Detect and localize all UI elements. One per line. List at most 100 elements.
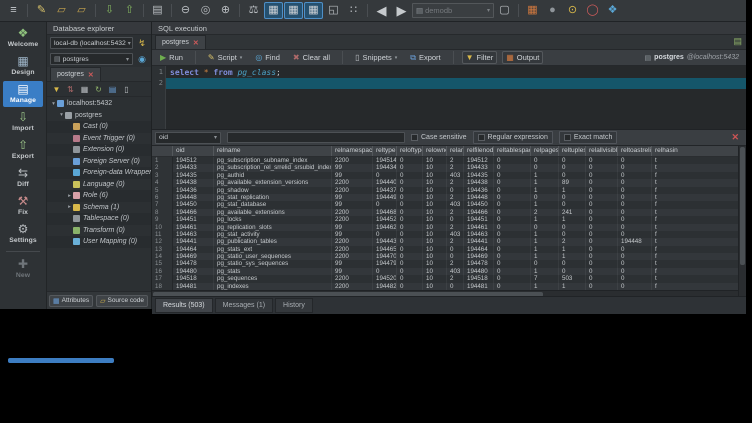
cell-relallvisible[interactable]: 0 (586, 209, 618, 216)
cell-reltuples[interactable]: 241 (559, 209, 586, 216)
cell-relhasin[interactable]: t (652, 194, 741, 201)
cell-reloftype[interactable]: 0 (397, 209, 423, 216)
cell-reltuples[interactable]: 0 (559, 164, 586, 171)
table-row[interactable]: 15194478pg_statio_sys_sequences991944790… (152, 260, 746, 267)
cell-relhasin[interactable]: t (652, 238, 741, 245)
cell-relam[interactable]: 403 (447, 268, 464, 275)
cell-relowner[interactable]: 10 (423, 172, 447, 179)
cell-relname[interactable]: pg_replication_slots (214, 224, 332, 231)
cell-relhasin[interactable]: f (652, 268, 741, 275)
cell-relnamespace[interactable]: 99 (332, 268, 373, 275)
cell-relnamespace[interactable]: 2200 (332, 253, 373, 260)
sidebar-item-import[interactable]: ⇩Import (3, 109, 43, 135)
zoom-original-icon[interactable]: ◎ (196, 2, 215, 19)
globe-icon[interactable]: ◉ (136, 53, 148, 65)
columns-icon[interactable]: ▯ (121, 84, 132, 95)
cell-reloftype[interactable]: 0 (397, 164, 423, 171)
tab-sql-postgres[interactable]: postgres ✕ (155, 35, 206, 49)
cell-relname[interactable]: pg_subscription_subname_index (214, 157, 332, 164)
cell-relfilenode[interactable]: 194441 (464, 238, 494, 245)
row-number-header[interactable] (152, 146, 173, 156)
cell-reltoastrelid[interactable]: 0 (618, 187, 652, 194)
cell-reltablespace[interactable]: 0 (494, 187, 531, 194)
tab-results-503-[interactable]: Results (503) (155, 298, 213, 313)
cell-reloftype[interactable]: 0 (397, 268, 423, 275)
cell-relfilenode[interactable]: 194464 (464, 246, 494, 253)
cell-oid[interactable]: 194463 (173, 231, 214, 238)
cell-relnamespace[interactable]: 2200 (332, 157, 373, 164)
cell-relfilenode[interactable]: 194435 (464, 172, 494, 179)
cell-relowner[interactable]: 10 (423, 268, 447, 275)
cell-reltype[interactable]: 194462 (373, 224, 397, 231)
cell-reltuples[interactable]: 0 (559, 172, 586, 179)
cell-relhasin[interactable]: f (652, 201, 741, 208)
open-object-icon[interactable]: ▦ (79, 84, 90, 95)
cell-relname[interactable]: pg_stat_replication (214, 194, 332, 201)
cell-reltype[interactable]: 194449 (373, 194, 397, 201)
cell-reloftype[interactable]: 0 (397, 172, 423, 179)
cell-reltype[interactable]: 194468 (373, 209, 397, 216)
cell-relfilenode[interactable]: 194518 (464, 275, 494, 282)
cell-relhasin[interactable]: t (652, 260, 741, 267)
sidebar-item-settings[interactable]: ⚙Settings (3, 221, 43, 247)
cell-reltablespace[interactable]: 0 (494, 238, 531, 245)
cell-relowner[interactable]: 10 (423, 224, 447, 231)
cell-reltype[interactable]: 0 (373, 201, 397, 208)
cell-reltoastrelid[interactable]: 0 (618, 164, 652, 171)
cell-relowner[interactable]: 10 (423, 246, 447, 253)
grid-view-icon[interactable]: ▦ (264, 2, 283, 19)
tree-item-foreign-server[interactable]: Foreign Server (0) (47, 156, 151, 168)
cell-relnamespace[interactable]: 2200 (332, 187, 373, 194)
cell-reltablespace[interactable]: 0 (494, 231, 531, 238)
table-row[interactable]: 16194480pg_stats99001040319448001000f (152, 268, 746, 275)
column-header-relam[interactable]: relam (447, 146, 464, 156)
cell-reltablespace[interactable]: 0 (494, 194, 531, 201)
vertical-scrollbar[interactable] (738, 146, 746, 296)
connect-icon[interactable]: ↯ (136, 37, 148, 49)
cell-reltype[interactable]: 194452 (373, 216, 397, 223)
cell-reltype[interactable]: 194465 (373, 246, 397, 253)
cell-relam[interactable]: 403 (447, 172, 464, 179)
checkbox[interactable] (411, 134, 418, 141)
cell-oid[interactable]: 194464 (173, 246, 214, 253)
tab-postgres[interactable]: postgres ✕ (50, 67, 101, 81)
cell-relallvisible[interactable]: 0 (586, 231, 618, 238)
compare-icon[interactable]: ⚖ (244, 2, 263, 19)
cell-reloftype[interactable]: 0 (397, 179, 423, 186)
cell-relname[interactable]: pg_authid (214, 172, 332, 179)
checkbox[interactable] (564, 134, 571, 141)
column-header-relpages[interactable]: relpages (531, 146, 559, 156)
cell-reltuples[interactable]: 0 (559, 224, 586, 231)
cell-relam[interactable]: 2 (447, 224, 464, 231)
cell-reloftype[interactable]: 0 (397, 201, 423, 208)
cell-reltoastrelid[interactable]: 0 (618, 275, 652, 282)
donate-icon[interactable]: ⊙ (563, 2, 582, 19)
cell-oid[interactable]: 194461 (173, 224, 214, 231)
cell-reloftype[interactable]: 0 (397, 253, 423, 260)
database-select[interactable]: ▤ postgres ▾ (50, 53, 133, 65)
cell-reltuples[interactable]: 1 (559, 216, 586, 223)
cell-relpages[interactable]: 1 (531, 201, 559, 208)
filter-icon[interactable]: ▼ (51, 84, 62, 95)
cell-relallvisible[interactable]: 0 (586, 238, 618, 245)
cell-relname[interactable]: pg_available_extension_versions (214, 179, 332, 186)
cell-reltype[interactable]: 0 (373, 172, 397, 179)
cell-relnamespace[interactable]: 99 (332, 224, 373, 231)
cell-reltuples[interactable]: 2 (559, 238, 586, 245)
cell-oid[interactable]: 194518 (173, 275, 214, 282)
tree-item-language[interactable]: Language (0) (47, 179, 151, 191)
cell-relam[interactable]: 2 (447, 275, 464, 282)
cell-relhasin[interactable]: f (652, 172, 741, 179)
column-header-oid[interactable]: oid (173, 146, 214, 156)
cell-relowner[interactable]: 10 (423, 253, 447, 260)
cell-reloftype[interactable]: 0 (397, 260, 423, 267)
column-header-relname[interactable]: relname (214, 146, 332, 156)
cell-reltoastrelid[interactable]: 0 (618, 209, 652, 216)
column-header-reltoastrelid[interactable]: reltoastrelid (618, 146, 652, 156)
cell-reltuples[interactable]: 0 (559, 157, 586, 164)
cell-reltype[interactable]: 194520 (373, 275, 397, 282)
chevron-collapsed-icon[interactable]: ▸ (66, 204, 73, 210)
table-row[interactable]: 8194466pg_available_extensions2200194468… (152, 209, 746, 216)
cell-relam[interactable]: 0 (447, 283, 464, 290)
cell-oid[interactable]: 194448 (173, 194, 214, 201)
